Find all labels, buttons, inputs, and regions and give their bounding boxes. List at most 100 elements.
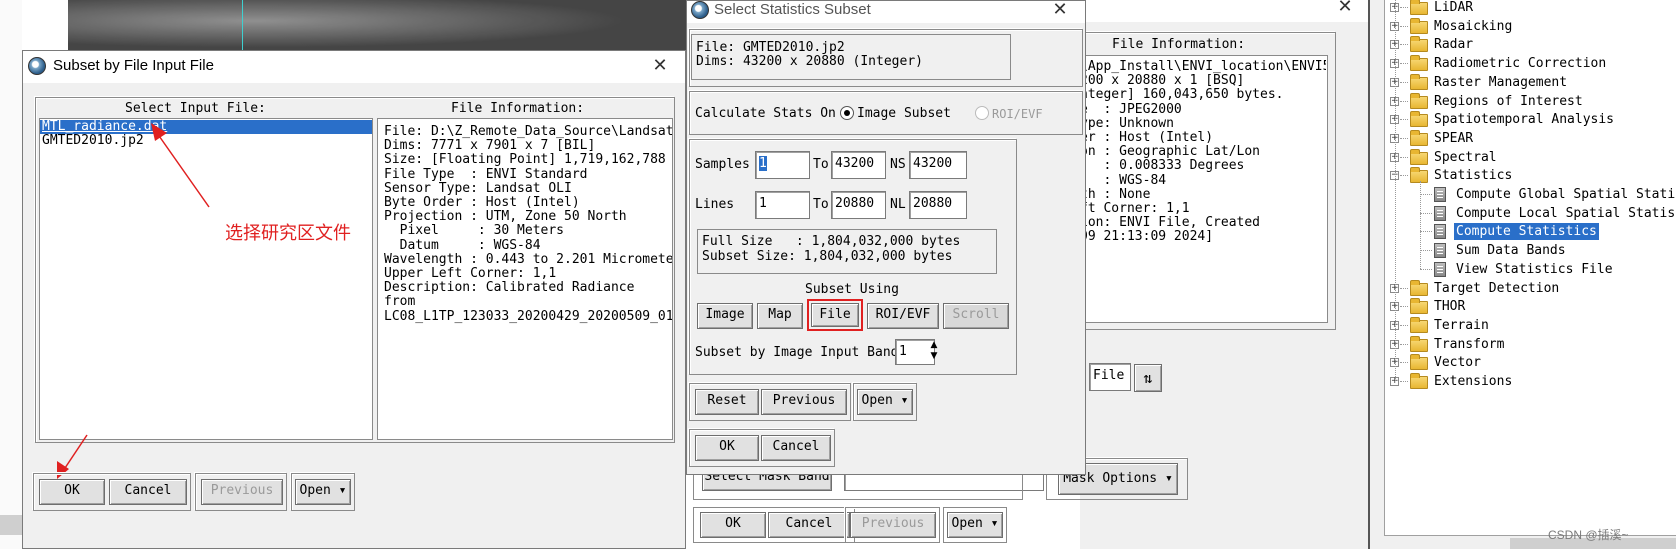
- tree-folder-extensions[interactable]: + Extensions: [1384, 372, 1676, 391]
- tree-folder-statistics[interactable]: − Statistics: [1384, 166, 1676, 185]
- stats-open-button[interactable]: Open ▾: [857, 389, 913, 415]
- band-label: Subset by Image Input Band: [695, 345, 899, 360]
- stats-cancel-button[interactable]: Cancel: [761, 435, 831, 461]
- tree-folder-mosaicking[interactable]: + Mosaicking: [1384, 17, 1676, 36]
- tree-folder-target-detection[interactable]: + Target Detection: [1384, 279, 1676, 298]
- roi-evf-radio[interactable]: [975, 106, 989, 120]
- stats-app-icon: [691, 1, 709, 19]
- background-info-line: e : JPEG2000: [1080, 101, 1182, 117]
- tree-folder-radiometric-correction[interactable]: + Radiometric Correction: [1384, 54, 1676, 73]
- tree-folder-spear[interactable]: + SPEAR: [1384, 129, 1676, 148]
- tree-label: Spectral: [1434, 149, 1497, 165]
- background-ok-button[interactable]: OK: [700, 512, 766, 538]
- subset-ok-button[interactable]: OK: [39, 479, 105, 505]
- subset-dialog: Subset by File Input File ✕ Select Input…: [22, 50, 686, 549]
- tree-label: Raster Management: [1434, 74, 1568, 90]
- tree-folder-transform[interactable]: + Transform: [1384, 335, 1676, 354]
- samples-label: Samples: [695, 157, 750, 172]
- subset-previous-button[interactable]: Previous: [201, 479, 283, 505]
- folder-icon: [1410, 111, 1428, 128]
- samples-to-label: To: [813, 157, 829, 172]
- background-info-label: File Information:: [1112, 37, 1246, 52]
- subset-map-button[interactable]: Map: [757, 303, 803, 329]
- tool-icon: [1434, 243, 1446, 259]
- background-close-icon[interactable]: ✕: [1330, 0, 1360, 20]
- band-spinner[interactable]: ▲ ▼: [927, 340, 941, 364]
- ns-label: NS: [890, 157, 906, 172]
- image-subset-label: Image Subset: [857, 106, 951, 121]
- tree-folder-thor[interactable]: + THOR: [1384, 297, 1676, 316]
- samples-to-input[interactable]: 43200: [831, 151, 886, 179]
- subset-size-text: Subset Size: 1,804,032,000 bytes: [702, 249, 953, 264]
- tree-label: Sum Data Bands: [1456, 243, 1566, 259]
- background-sort-field[interactable]: File: [1089, 363, 1131, 391]
- lines-from-input[interactable]: 1: [755, 191, 810, 219]
- stats-reset-button[interactable]: Reset: [695, 389, 759, 415]
- tree-label: Compute Local Spatial Statis: [1456, 205, 1676, 221]
- stats-file-line-2: Dims: 43200 x 20880 (Integer): [696, 54, 923, 69]
- full-size-text: Full Size : 1,804,032,000 bytes: [702, 234, 961, 249]
- background-sort-button[interactable]: ⇅: [1134, 364, 1162, 392]
- tree-label: Spatiotemporal Analysis: [1434, 112, 1615, 128]
- stats-ok-button[interactable]: OK: [695, 435, 759, 461]
- tree-tool-sum-data-bands[interactable]: Sum Data Bands: [1384, 241, 1676, 260]
- tree-tool-compute-statistics[interactable]: Compute Statistics: [1384, 222, 1676, 242]
- tree-folder-radar[interactable]: + Radar: [1384, 35, 1676, 54]
- tree-label: Extensions: [1434, 374, 1513, 389]
- folder-icon: [1410, 298, 1428, 315]
- subset-file-button[interactable]: File: [811, 303, 859, 327]
- subset-scroll-button[interactable]: Scroll: [943, 303, 1009, 329]
- tree-tool-view-statistics-file[interactable]: View Statistics File: [1384, 260, 1676, 279]
- tree-label: THOR: [1434, 299, 1466, 315]
- folder-icon: [1410, 167, 1428, 184]
- tree-label: Radar: [1434, 37, 1474, 53]
- folder-icon: [1410, 373, 1428, 389]
- background-open-button[interactable]: Open ▾: [947, 512, 1003, 538]
- stats-previous-button[interactable]: Previous: [761, 389, 847, 415]
- lines-label: Lines: [695, 197, 735, 212]
- background-info-line: ion: ENVI File, Created: [1080, 215, 1261, 231]
- tree-folder-regions-of-interest[interactable]: + Regions of Interest: [1384, 92, 1676, 111]
- image-subset-radio[interactable]: [840, 106, 854, 120]
- subset-open-button[interactable]: Open ▾: [295, 479, 351, 505]
- tree-label: Regions of Interest: [1434, 93, 1583, 109]
- lines-nl-input[interactable]: 20880: [909, 191, 967, 219]
- stats-dialog-title: Select Statistics Subset: [714, 1, 871, 18]
- tree-folder-lidar[interactable]: + LiDAR: [1384, 0, 1676, 17]
- background-info-line: ype: Unknown: [1080, 115, 1174, 131]
- tree-folder-vector[interactable]: + Vector: [1384, 353, 1676, 372]
- stats-close-icon[interactable]: ✕: [1045, 0, 1075, 23]
- tool-icon: [1434, 224, 1446, 240]
- samples-ns-input[interactable]: 43200: [909, 151, 967, 179]
- subset-roi-button[interactable]: ROI/EVF: [867, 303, 939, 329]
- subset-cancel-button[interactable]: Cancel: [109, 479, 187, 505]
- folder-icon: [1410, 73, 1428, 90]
- tree-folder-raster-management[interactable]: + Raster Management: [1384, 73, 1676, 92]
- tree-label: Radiometric Correction: [1434, 56, 1607, 72]
- tree-folder-terrain[interactable]: + Terrain: [1384, 316, 1676, 335]
- background-cancel-button[interactable]: Cancel: [768, 512, 850, 538]
- subset-image-button[interactable]: Image: [697, 303, 753, 329]
- background-info-line: ft Corner: 1,1: [1080, 201, 1190, 217]
- lines-to-label: To: [813, 197, 829, 212]
- background-info-text: \App_Install\ENVI_location\ENVI53 200 x 2…: [1080, 60, 1326, 245]
- background-info-line: 09 21:13:09 2024]: [1080, 229, 1214, 245]
- left-edge-background: [0, 0, 22, 549]
- calc-stats-label: Calculate Stats On: [695, 106, 836, 121]
- tool-icon: [1434, 205, 1446, 221]
- stats-dialog: Select Statistics Subset ✕ File: GMTED20…: [686, 0, 1086, 475]
- folder-icon: [1410, 148, 1428, 165]
- image-cursor-line: [242, 0, 243, 52]
- size-info-box: Full Size : 1,804,032,000 bytes Subset S…: [697, 229, 997, 274]
- samples-from-input[interactable]: 1: [755, 151, 810, 179]
- background-dialog: ✕ File Information: \App_Install\ENVI_lo…: [702, 0, 1370, 549]
- tree-tool-compute-global-spatial-stati[interactable]: Compute Global Spatial Stati: [1384, 185, 1676, 204]
- tree-folder-spectral[interactable]: + Spectral: [1384, 148, 1676, 167]
- tree-tool-compute-local-spatial-statis[interactable]: Compute Local Spatial Statis: [1384, 204, 1676, 223]
- lines-to-input[interactable]: 20880: [831, 191, 886, 219]
- background-previous-button[interactable]: Previous: [850, 512, 936, 538]
- tool-icon: [1434, 261, 1446, 277]
- background-info-line: : WGS-84: [1080, 172, 1167, 188]
- folder-icon: [1410, 279, 1428, 296]
- tree-folder-spatiotemporal-analysis[interactable]: + Spatiotemporal Analysis: [1384, 110, 1676, 129]
